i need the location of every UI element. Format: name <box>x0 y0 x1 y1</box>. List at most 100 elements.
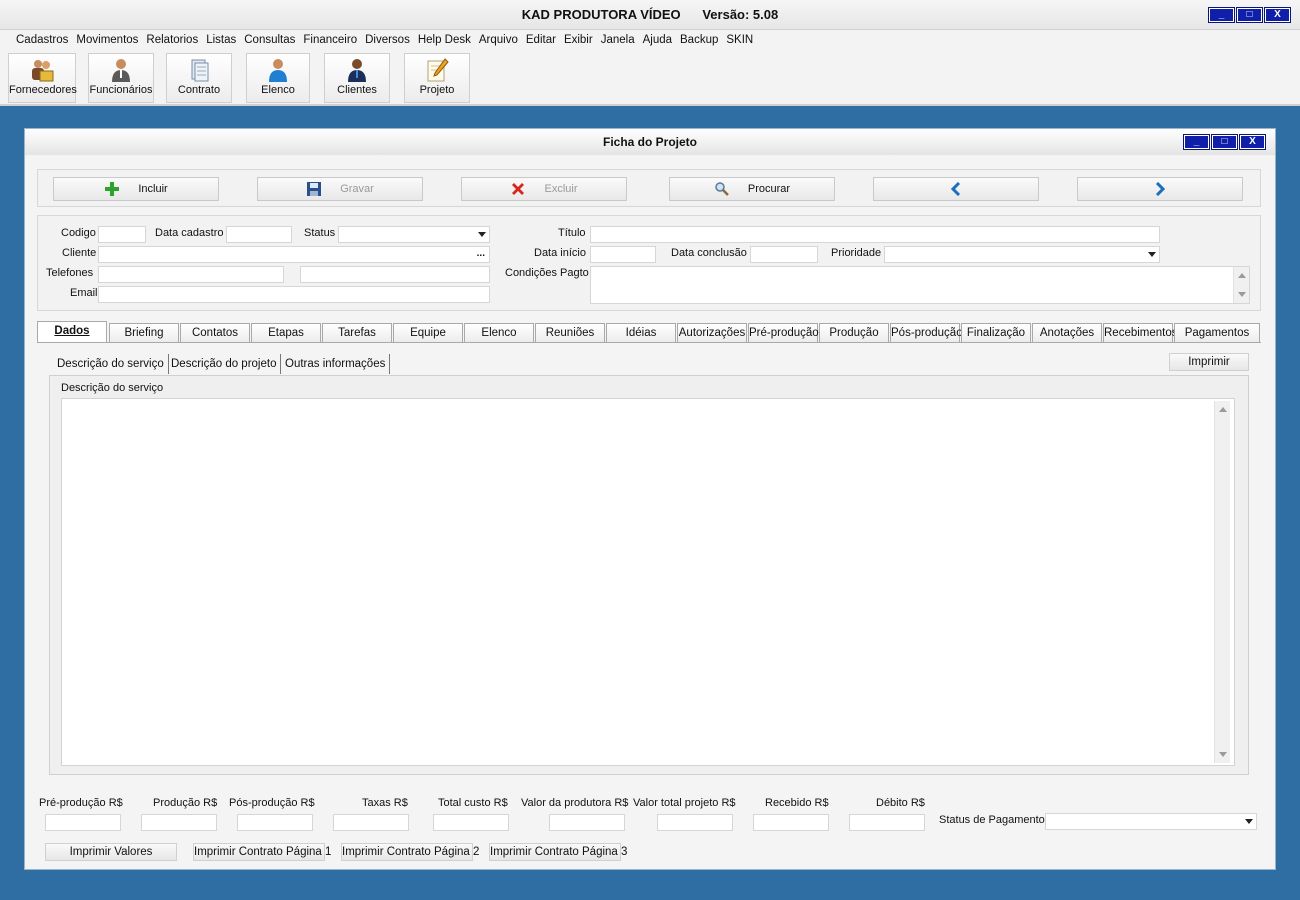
cliente-field[interactable]: ... <box>98 246 490 263</box>
titulo-field[interactable] <box>590 226 1160 243</box>
tab-briefing[interactable]: Briefing <box>109 323 179 342</box>
data-inicio-label: Data início <box>534 247 586 259</box>
subtab-descricao-servico[interactable]: Descrição do serviço <box>53 354 169 374</box>
tab-recebimentos[interactable]: Recebimentos <box>1103 323 1178 342</box>
form-minimize-button[interactable]: _ <box>1183 134 1210 150</box>
tab-contatos[interactable]: Contatos <box>180 323 250 342</box>
chevron-down-icon <box>1148 252 1156 257</box>
producao-field[interactable] <box>141 814 217 831</box>
menu-ajuda[interactable]: Ajuda <box>639 34 676 46</box>
toolbar-fornecedores-button[interactable]: Fornecedores <box>8 53 77 103</box>
tab-dados[interactable]: Dados <box>37 321 107 342</box>
codigo-field[interactable] <box>98 226 146 243</box>
condicoes-pagto-field[interactable] <box>590 266 1250 304</box>
tab-anotacoes[interactable]: Anotações <box>1032 323 1102 342</box>
debito-field[interactable] <box>849 814 925 831</box>
data-cadastro-field[interactable] <box>226 226 292 243</box>
subtab-outras-informacoes[interactable]: Outras informações <box>281 354 391 374</box>
imprimir-valores-button[interactable]: Imprimir Valores <box>45 843 177 861</box>
chevron-down-icon <box>478 232 486 237</box>
description-scrollbar[interactable] <box>1214 401 1230 763</box>
tab-ideias[interactable]: Idéias <box>606 323 676 342</box>
taxas-field[interactable] <box>333 814 409 831</box>
description-textarea[interactable] <box>61 398 1235 766</box>
toolbar-label: Contrato <box>177 84 221 96</box>
pre-producao-field[interactable] <box>45 814 121 831</box>
procurar-button[interactable]: Procurar <box>669 177 835 201</box>
procurar-label: Procurar <box>747 183 791 195</box>
imprimir-contrato-pagina-2-button[interactable]: Imprimir Contrato Página 2 <box>341 843 479 861</box>
recebido-field[interactable] <box>753 814 829 831</box>
main-window-controls: _ □ X <box>1208 7 1291 23</box>
tab-etapas[interactable]: Etapas <box>251 323 321 342</box>
producao-label: Produção R$ <box>153 797 218 809</box>
total-custo-field[interactable] <box>433 814 509 831</box>
project-form-window: Ficha do Projeto _ □ X Incluir Gravar Ex… <box>24 128 1276 870</box>
excluir-button[interactable]: Excluir <box>461 177 627 201</box>
incluir-button[interactable]: Incluir <box>53 177 219 201</box>
menu-movimentos[interactable]: Movimentos <box>72 34 142 46</box>
imprimir-contrato-pagina-1-button[interactable]: Imprimir Contrato Página 1 <box>193 843 331 861</box>
clients-icon <box>348 59 366 82</box>
menu-diversos[interactable]: Diversos <box>361 34 414 46</box>
next-record-button[interactable] <box>1077 177 1243 201</box>
menu-arquivo[interactable]: Arquivo <box>475 34 522 46</box>
status-pagamento-select[interactable] <box>1045 813 1257 830</box>
gravar-button[interactable]: Gravar <box>257 177 423 201</box>
tab-tarefas[interactable]: Tarefas <box>322 323 392 342</box>
menu-bar: Cadastros Movimentos Relatorios Listas C… <box>0 30 1300 50</box>
toolbar-funcionarios-button[interactable]: Funcionários <box>88 53 154 103</box>
tab-reunioes[interactable]: Reuniões <box>535 323 605 342</box>
menu-consultas[interactable]: Consultas <box>240 34 299 46</box>
chevron-down-icon <box>1245 819 1253 824</box>
save-icon <box>307 182 322 196</box>
imprimir-button[interactable]: Imprimir <box>1169 353 1249 371</box>
imprimir-contrato-pagina-3-button[interactable]: Imprimir Contrato Página 3 <box>489 843 627 861</box>
pos-producao-field[interactable] <box>237 814 313 831</box>
menu-help-desk[interactable]: Help Desk <box>414 34 475 46</box>
cliente-lookup-button[interactable]: ... <box>477 247 485 261</box>
menu-listas[interactable]: Listas <box>202 34 240 46</box>
tab-pre-producao[interactable]: Pré-produção <box>748 323 819 342</box>
tab-producao[interactable]: Produção <box>819 323 889 342</box>
subtab-descricao-projeto[interactable]: Descrição do projeto <box>167 354 282 374</box>
menu-skin[interactable]: SKIN <box>722 34 757 46</box>
tab-finalizacao[interactable]: Finalização <box>961 323 1031 342</box>
previous-record-button[interactable] <box>873 177 1039 201</box>
valor-total-field[interactable] <box>657 814 733 831</box>
maximize-button[interactable]: □ <box>1236 7 1263 23</box>
minimize-button[interactable]: _ <box>1208 7 1235 23</box>
toolbar-clientes-button[interactable]: Clientes <box>324 53 390 103</box>
data-inicio-field[interactable] <box>590 246 656 263</box>
toolbar-elenco-button[interactable]: Elenco <box>246 53 310 103</box>
status-label: Status <box>304 227 336 239</box>
menu-financeiro[interactable]: Financeiro <box>299 34 361 46</box>
tab-pos-producao[interactable]: Pós-produção <box>890 323 963 342</box>
toolbar-contrato-button[interactable]: Contrato <box>166 53 232 103</box>
menu-janela[interactable]: Janela <box>597 34 639 46</box>
email-field[interactable] <box>98 286 490 303</box>
close-button[interactable]: X <box>1264 7 1291 23</box>
data-conclusao-field[interactable] <box>750 246 818 263</box>
condicoes-scrollbar[interactable] <box>1233 267 1249 303</box>
menu-backup[interactable]: Backup <box>676 34 722 46</box>
menu-relatorios[interactable]: Relatorios <box>142 34 202 46</box>
tab-elenco[interactable]: Elenco <box>464 323 534 342</box>
telefone-1-field[interactable] <box>98 266 284 283</box>
form-maximize-button[interactable]: □ <box>1211 134 1238 150</box>
tab-equipe[interactable]: Equipe <box>393 323 463 342</box>
valor-produtora-field[interactable] <box>549 814 625 831</box>
form-close-button[interactable]: X <box>1239 134 1266 150</box>
status-select[interactable] <box>338 226 490 243</box>
toolbar-label: Fornecedores <box>9 84 77 96</box>
telefone-2-field[interactable] <box>300 266 490 283</box>
menu-editar[interactable]: Editar <box>522 34 560 46</box>
excluir-label: Excluir <box>544 183 578 195</box>
toolbar-projeto-button[interactable]: Projeto <box>404 53 470 103</box>
menu-exibir[interactable]: Exibir <box>560 34 597 46</box>
tab-autorizacoes[interactable]: Autorizações <box>677 323 747 342</box>
tab-pagamentos[interactable]: Pagamentos <box>1174 323 1260 342</box>
suppliers-icon <box>32 60 54 82</box>
prioridade-select[interactable] <box>884 246 1160 263</box>
menu-cadastros[interactable]: Cadastros <box>12 34 72 46</box>
